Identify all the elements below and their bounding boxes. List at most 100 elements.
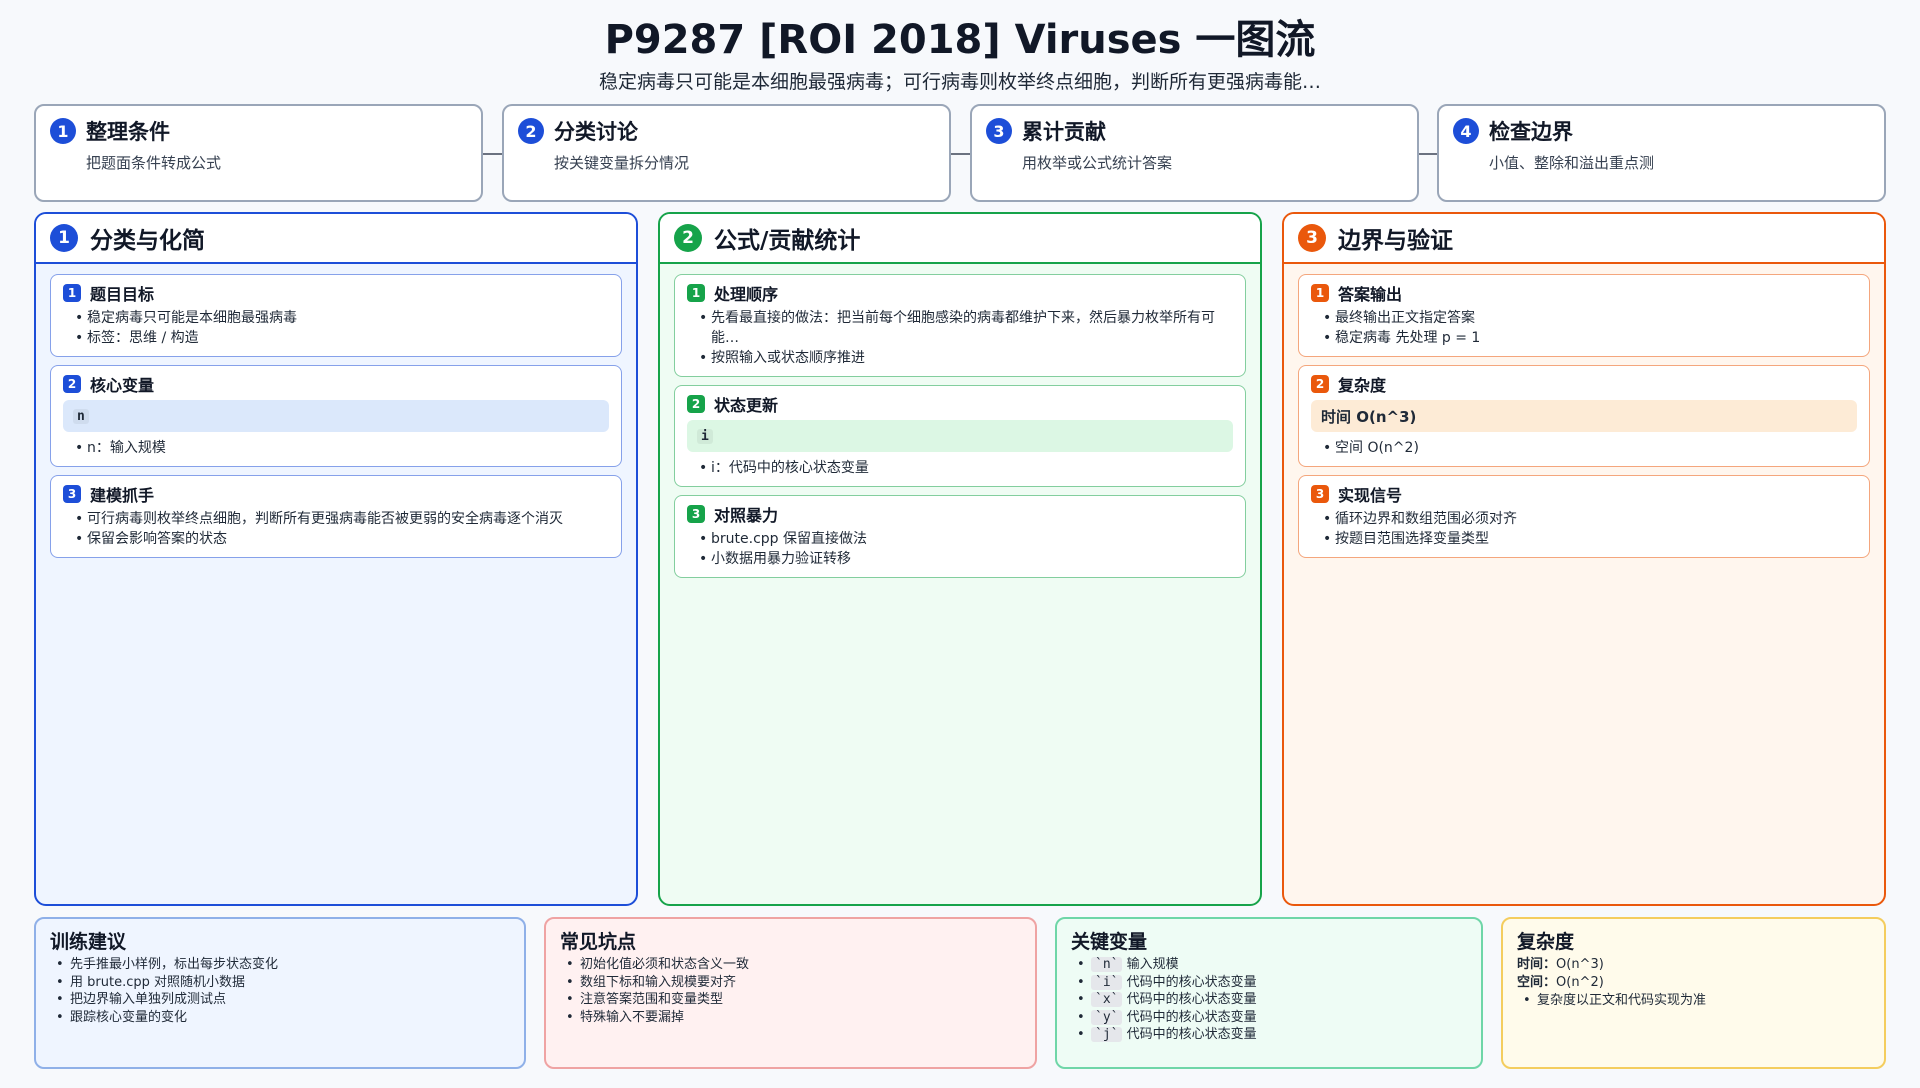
step-title: 检查边界 — [1489, 120, 1573, 144]
time-complexity: 时间：O(n^3) — [1517, 957, 1604, 972]
column-title: 公式/贡献统计 — [714, 228, 861, 254]
column-classify: 1 分类与化简 1 题目目标 稳定病毒只可能是本细胞最强病毒 标签：思维 / 构造… — [34, 212, 638, 906]
list-item: 空间 O(n^2) — [1323, 438, 1857, 458]
step-4: 4 检查边界 小值、整除和溢出重点测 — [1437, 104, 1886, 202]
variable-name: `y` — [1091, 1009, 1123, 1025]
list-item: `y` 代码中的核心状态变量 — [1077, 1009, 1467, 1027]
column-number: 1 — [50, 224, 78, 252]
panel-complexity: 复杂度 时间：O(n^3) 空间：O(n^2) 复杂度以正文和代码实现为准 — [1501, 917, 1886, 1069]
list-item: 标签：思维 / 构造 — [75, 328, 609, 348]
card-number: 1 — [1311, 284, 1329, 302]
list-item: 保留会影响答案的状态 — [75, 529, 609, 549]
code-bar: n — [63, 400, 609, 432]
step-connector — [483, 153, 503, 155]
header: P9287 [ROI 2018] Viruses 一图流 稳定病毒只可能是本细胞… — [0, 14, 1920, 94]
card-number: 2 — [687, 395, 705, 413]
list-item: 稳定病毒只可能是本细胞最强病毒 — [75, 308, 609, 328]
card-number: 3 — [687, 505, 705, 523]
card-title: 对照暴力 — [714, 506, 779, 525]
card-complexity: 2 复杂度 时间 O(n^3) 空间 O(n^2) — [1298, 365, 1870, 467]
code-chip: i — [697, 428, 713, 444]
card-order: 1 处理顺序 先看最直接的做法：把当前每个细胞感染的病毒都维护下来，然后暴力枚举所… — [674, 274, 1246, 377]
steps-row: 1 整理条件 把题面条件转成公式 2 分类讨论 按关键变量拆分情况 3 累计贡献 用枚… — [34, 104, 1886, 202]
space-complexity: 空间：O(n^2) — [1517, 975, 1604, 990]
list-item: 先手推最小样例，标出每步状态变化 — [56, 956, 510, 974]
list-item: `j` 代码中的核心状态变量 — [1077, 1026, 1467, 1044]
step-title: 整理条件 — [86, 120, 170, 144]
step-number: 4 — [1453, 118, 1479, 144]
card-title: 建模抓手 — [90, 486, 155, 505]
column-formula: 2 公式/贡献统计 1 处理顺序 先看最直接的做法：把当前每个细胞感染的病毒都维护… — [658, 212, 1262, 906]
variable-desc: 代码中的核心状态变量 — [1126, 974, 1257, 990]
panel-title: 常见坑点 — [560, 931, 637, 953]
card-title: 核心变量 — [90, 376, 155, 395]
card-title: 答案输出 — [1338, 285, 1403, 304]
step-connector — [951, 153, 971, 155]
list-item: 先看最直接的做法：把当前每个细胞感染的病毒都维护下来，然后暴力枚举所有可能… — [699, 308, 1233, 348]
variable-name: `x` — [1091, 992, 1123, 1007]
panel-key-variables: 关键变量 `n` 输入规模 `i` 代码中的核心状态变量 `x` 代码中的核心状… — [1055, 917, 1483, 1069]
card-goal: 1 题目目标 稳定病毒只可能是本细胞最强病毒 标签：思维 / 构造 — [50, 274, 622, 357]
list-item: 注意答案范围和变量类型 — [566, 991, 1021, 1009]
list-item: 用 brute.cpp 对照随机小数据 — [56, 974, 510, 992]
variable-desc: 代码中的核心状态变量 — [1126, 1027, 1257, 1042]
list-item: 稳定病毒 先处理 p = 1 — [1323, 328, 1857, 348]
card-title: 实现信号 — [1338, 486, 1403, 505]
list-item: 按题目范围选择变量类型 — [1323, 529, 1857, 549]
step-connector — [1419, 153, 1439, 155]
list-item: `x` 代码中的核心状态变量 — [1077, 991, 1467, 1009]
code-bar: 时间 O(n^3) — [1311, 400, 1857, 432]
step-desc: 用枚举或公式统计答案 — [1022, 154, 1173, 172]
column-header: 1 分类与化简 — [36, 214, 636, 264]
column-header: 3 边界与验证 — [1284, 214, 1884, 264]
step-desc: 把题面条件转成公式 — [86, 154, 222, 172]
list-item: n：输入规模 — [75, 438, 609, 458]
card-number: 1 — [687, 284, 705, 302]
column-header: 2 公式/贡献统计 — [660, 214, 1260, 264]
card-number: 3 — [1311, 485, 1329, 503]
step-desc: 按关键变量拆分情况 — [554, 154, 690, 172]
card-state-update: 2 状态更新 i i：代码中的核心状态变量 — [674, 385, 1246, 487]
list-item: 可行病毒则枚举终点细胞，判断所有更强病毒能否被更弱的安全病毒逐个消灭 — [75, 509, 609, 529]
card-title: 处理顺序 — [714, 285, 779, 304]
card-impl-signal: 3 实现信号 循环边界和数组范围必须对齐 按题目范围选择变量类型 — [1298, 475, 1870, 558]
step-2: 2 分类讨论 按关键变量拆分情况 — [502, 104, 951, 202]
list-item: 循环边界和数组范围必须对齐 — [1323, 509, 1857, 529]
card-number: 3 — [63, 485, 81, 503]
variable-desc: 输入规模 — [1126, 957, 1179, 972]
list-item: i：代码中的核心状态变量 — [699, 458, 1233, 478]
list-item: 把边界输入单独列成测试点 — [56, 991, 510, 1009]
list-item: 最终输出正文指定答案 — [1323, 308, 1857, 328]
card-output: 1 答案输出 最终输出正文指定答案 稳定病毒 先处理 p = 1 — [1298, 274, 1870, 357]
variable-name: `n` — [1091, 957, 1123, 972]
step-number: 2 — [518, 118, 544, 144]
step-desc: 小值、整除和溢出重点测 — [1489, 154, 1655, 172]
list-item: 小数据用暴力验证转移 — [699, 549, 1233, 569]
variable-desc: 代码中的核心状态变量 — [1126, 992, 1257, 1007]
list-item: `i` 代码中的核心状态变量 — [1077, 974, 1467, 992]
list-item: 按照输入或状态顺序推进 — [699, 348, 1233, 368]
card-title: 状态更新 — [714, 396, 779, 415]
column-number: 2 — [674, 224, 702, 252]
column-boundary: 3 边界与验证 1答案输出 最终输出正文指定答案 稳定病毒 先处理 p = 1 … — [1282, 212, 1886, 906]
column-number: 3 — [1298, 224, 1326, 252]
list-item: `n` 输入规模 — [1077, 956, 1467, 974]
list-item: brute.cpp 保留直接做法 — [699, 529, 1233, 549]
code-bar: i — [687, 420, 1233, 452]
step-title: 分类讨论 — [554, 120, 638, 144]
list-item: 特殊输入不要漏掉 — [566, 1009, 1021, 1027]
variable-desc: 代码中的核心状态变量 — [1126, 1009, 1257, 1025]
card-title: 复杂度 — [1338, 376, 1387, 395]
list-item: 初始化值必须和状态含义一致 — [566, 956, 1021, 974]
panel-training: 训练建议 先手推最小样例，标出每步状态变化 用 brute.cpp 对照随机小数… — [34, 917, 526, 1069]
card-brute-compare: 3 对照暴力 brute.cpp 保留直接做法 小数据用暴力验证转移 — [674, 495, 1246, 578]
card-core-vars: 2 核心变量 n n：输入规模 — [50, 365, 622, 467]
step-1: 1 整理条件 把题面条件转成公式 — [34, 104, 483, 202]
step-3: 3 累计贡献 用枚举或公式统计答案 — [970, 104, 1419, 202]
code-chip: n — [73, 408, 89, 424]
column-title: 分类与化简 — [90, 228, 205, 254]
card-number: 2 — [1311, 375, 1329, 393]
card-modeling: 3 建模抓手 可行病毒则枚举终点细胞，判断所有更强病毒能否被更弱的安全病毒逐个消灭… — [50, 475, 622, 558]
page-subtitle: 稳定病毒只可能是本细胞最强病毒；可行病毒则枚举终点细胞，判断所有更强病毒能… — [598, 71, 1321, 93]
card-number: 2 — [63, 375, 81, 393]
